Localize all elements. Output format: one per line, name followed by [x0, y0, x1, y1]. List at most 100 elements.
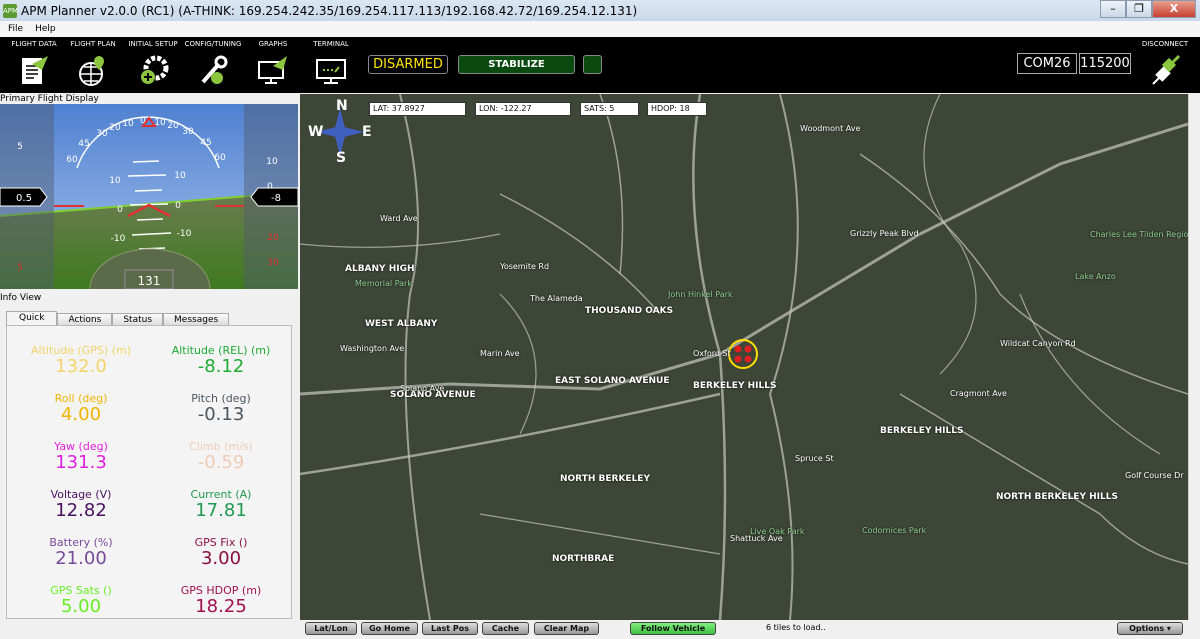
disconnect-button[interactable]: DISCONNECT: [1135, 40, 1195, 86]
map-label: John Hinkel Park: [668, 290, 733, 299]
latlon-button[interactable]: Lat/Lon: [305, 622, 357, 635]
metric-value: 4.00: [60, 404, 102, 425]
metric-value: 12.82: [55, 500, 107, 521]
cache-button[interactable]: Cache: [482, 622, 529, 635]
menu-help[interactable]: Help: [35, 21, 56, 37]
map-label: Marin Ave: [480, 349, 520, 358]
tab-status[interactable]: Status: [112, 313, 164, 325]
status-indicator: [583, 55, 602, 74]
pfd-title: Primary Flight Display: [0, 94, 99, 104]
options-dropdown[interactable]: Options ▾: [1117, 622, 1183, 635]
quick-metric: Yaw (deg) 131.3: [11, 440, 151, 473]
map-label: Solano Ave: [400, 384, 445, 393]
roll-tick: 20: [167, 121, 179, 131]
map-label: ALBANY HIGH: [345, 264, 415, 274]
toolbar-initial-setup[interactable]: INITIAL SETUP: [123, 40, 183, 86]
arm-status-indicator: DISARMED: [368, 55, 448, 74]
roll-tick: 60: [66, 155, 78, 165]
map-label: Charles Lee Tilden Regional: [1090, 230, 1188, 239]
follow-vehicle-button[interactable]: Follow Vehicle: [630, 622, 716, 635]
quick-metric: Battery (%) 21.00: [11, 536, 151, 569]
menu-bar: File Help: [0, 21, 1200, 37]
alt-tick: 20: [267, 233, 279, 243]
maximize-button[interactable]: ❐: [1126, 0, 1152, 18]
roll-tick: 60: [214, 153, 226, 163]
speed-tick: 5: [17, 263, 23, 273]
pitch-label: 0: [117, 205, 123, 215]
info-view: Quick Actions Status Messages Altitude (…: [6, 311, 292, 619]
map-label: EAST SOLANO AVENUE: [555, 376, 670, 386]
map-label: Oxford St: [693, 349, 731, 358]
map-label: Woodmont Ave: [800, 124, 861, 133]
map-label: WEST ALBANY: [365, 319, 438, 329]
menu-file[interactable]: File: [8, 21, 23, 37]
map-label: Ward Ave: [380, 214, 418, 223]
graphs-icon: [258, 56, 287, 84]
tab-quick[interactable]: Quick: [6, 311, 58, 326]
alt-tick: 30: [267, 258, 279, 268]
tiles-status: 6 tiles to load..: [766, 623, 826, 632]
metric-value: 17.81: [195, 500, 247, 521]
flight-plan-icon: [79, 56, 104, 86]
toolbar-label: CONFIG/TUNING: [184, 40, 242, 48]
map-scrollbar[interactable]: [1188, 94, 1200, 620]
options-label: Options: [1129, 624, 1165, 633]
map-label: NORTH BERKELEY HILLS: [996, 492, 1118, 502]
clear-map-button[interactable]: Clear Map: [534, 622, 599, 635]
pitch-label: 10: [109, 176, 121, 186]
compass-rose-icon: N W E S: [308, 98, 372, 166]
map-label: NORTHBRAE: [552, 554, 615, 564]
port-select[interactable]: COM26: [1017, 53, 1077, 74]
quick-metric: GPS Fix () 3.00: [151, 536, 291, 569]
metric-value: 3.00: [200, 548, 242, 569]
tab-messages[interactable]: Messages: [163, 313, 230, 325]
map-view[interactable]: N W E S LAT: 37.8927 LON: -122.27 SATS: …: [300, 94, 1188, 620]
dropdown-arrow-icon: ▾: [1166, 624, 1171, 633]
window-title: APM Planner v2.0.0 (RC1) (A-THINK: 169.2…: [21, 3, 638, 18]
map-label: Shattuck Ave: [730, 534, 783, 543]
roll-tick: 10: [122, 119, 134, 129]
metric-value: 18.25: [195, 596, 247, 617]
metric-value: 5.00: [60, 596, 102, 617]
terminal-icon: [316, 59, 346, 84]
toolbar-terminal[interactable]: TERMINAL: [301, 40, 361, 86]
airspeed-readout: 0.5: [16, 193, 32, 204]
toolbar-flight-data[interactable]: FLIGHT DATA: [4, 40, 64, 86]
roll-tick: 45: [78, 139, 89, 149]
vehicle-marker-icon[interactable]: [734, 345, 752, 363]
toolbar-config-tuning[interactable]: CONFIG/TUNING: [183, 40, 243, 86]
toolbar-label: INITIAL SETUP: [128, 40, 178, 48]
vehicle-marker-ring: [728, 339, 758, 369]
title-bar: APM APM Planner v2.0.0 (RC1) (A-THINK: 1…: [0, 0, 1200, 21]
toolbar-graphs[interactable]: GRAPHS: [243, 40, 303, 86]
compass-n: N: [336, 98, 348, 114]
quick-metric: GPS Sats () 5.00: [11, 584, 151, 617]
speed-tick: 5: [17, 142, 23, 152]
map-label: Cragmont Ave: [950, 389, 1007, 398]
quick-metric: Altitude (GPS) (m) 132.0: [11, 344, 151, 377]
quick-metric: Voltage (V) 12.82: [11, 488, 151, 521]
alt-tick: 10: [266, 157, 278, 167]
info-view-title: Info View: [0, 293, 42, 303]
compass-e: E: [362, 124, 372, 140]
map-label: Washington Ave: [340, 344, 405, 353]
roll-tick: 20: [109, 123, 121, 133]
pitch-label: -10: [177, 229, 192, 239]
heading-readout: 131: [138, 274, 161, 288]
quick-metric: Climb (m/s) -0.59: [151, 440, 291, 473]
go-home-button[interactable]: Go Home: [361, 622, 418, 635]
toolbar-label: FLIGHT PLAN: [70, 40, 116, 48]
map-label: Wildcat Canyon Rd: [1000, 339, 1076, 348]
toolbar-flight-plan[interactable]: FLIGHT PLAN: [63, 40, 123, 86]
metric-value: -0.59: [197, 452, 245, 473]
map-label: BERKELEY HILLS: [880, 426, 964, 436]
pitch-label: 10: [174, 171, 186, 181]
minimize-button[interactable]: –: [1100, 0, 1126, 18]
plug-icon: [1152, 54, 1181, 85]
tab-actions[interactable]: Actions: [57, 313, 113, 325]
last-pos-button[interactable]: Last Pos: [422, 622, 478, 635]
close-button[interactable]: X: [1152, 0, 1196, 18]
roll-tick: 45: [200, 138, 211, 148]
map-label: NORTH BERKELEY: [560, 474, 650, 484]
baud-select[interactable]: 115200: [1079, 53, 1131, 74]
